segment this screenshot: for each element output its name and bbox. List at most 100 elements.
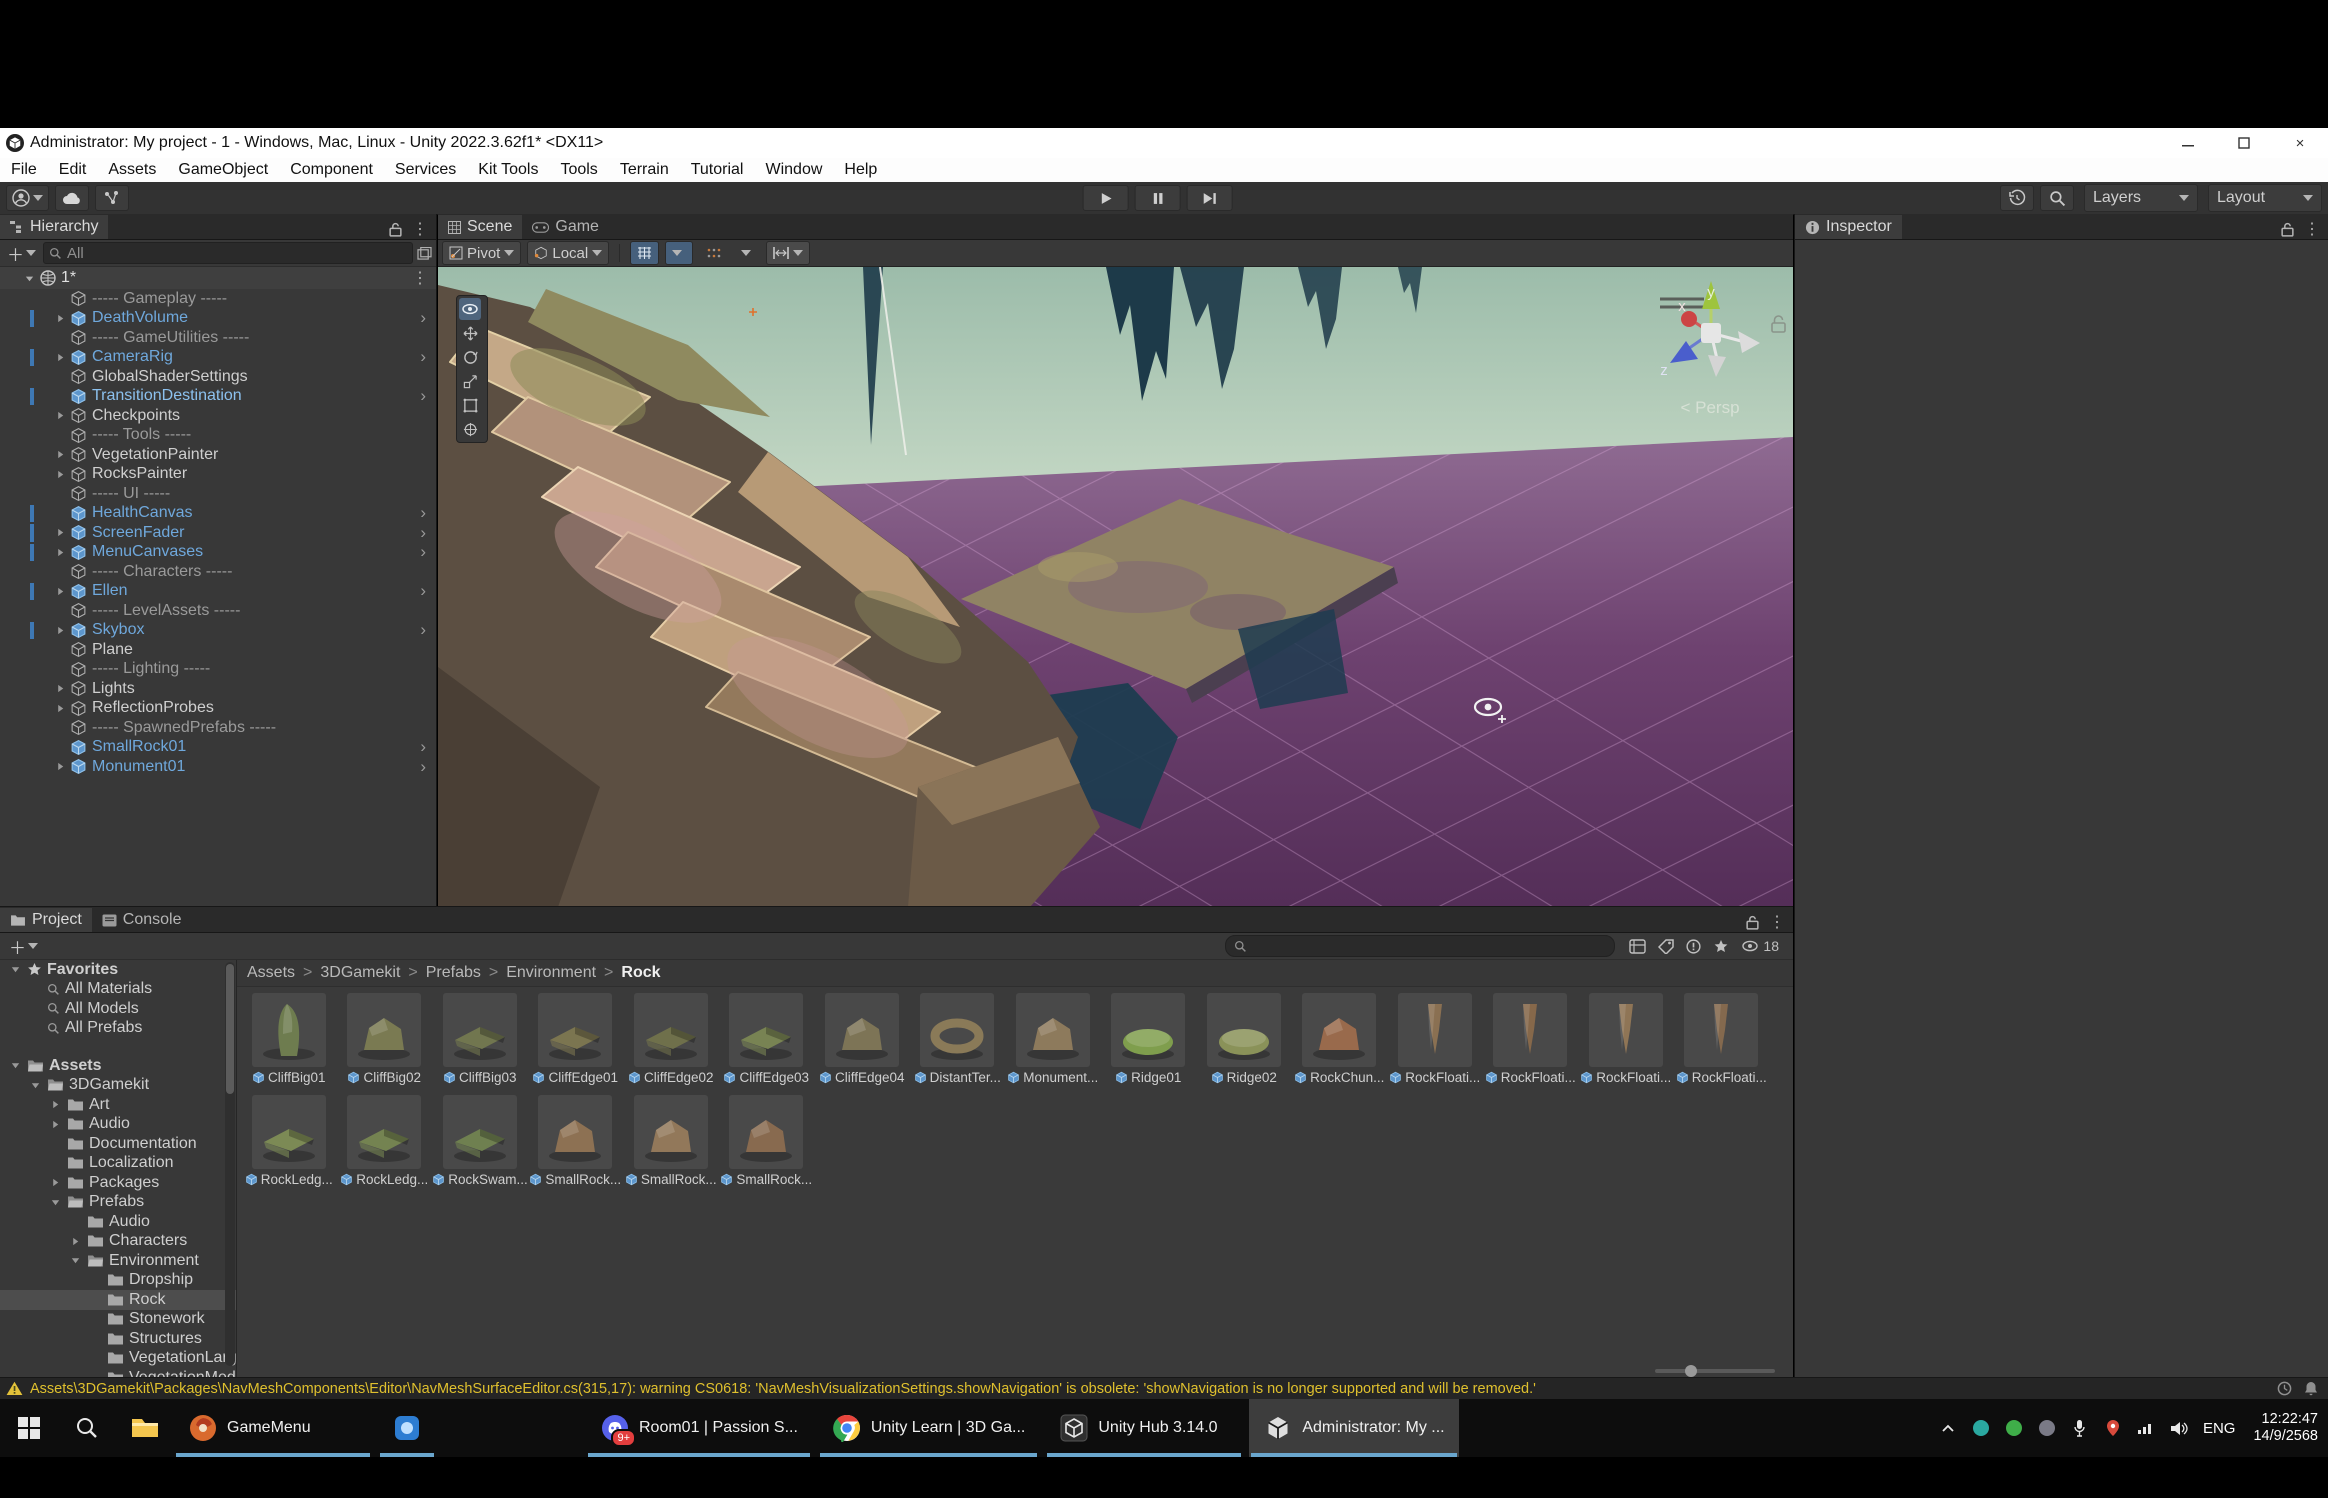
- gamemenu-taskbar-button[interactable]: GameMenu: [174, 1399, 372, 1457]
- asset-thumbnail[interactable]: [1111, 993, 1185, 1067]
- mic-icon[interactable]: [2070, 1418, 2090, 1438]
- discord-taskbar-button[interactable]: 9+Room01 | Passion S...: [586, 1399, 812, 1457]
- volume-icon[interactable]: [2169, 1418, 2189, 1438]
- menu-gameobject[interactable]: GameObject: [167, 158, 279, 182]
- hierarchy-item[interactable]: Ellen›: [0, 582, 436, 602]
- folder-tree-item[interactable]: VegetationLarge: [0, 1349, 236, 1369]
- hierarchy-item[interactable]: GlobalShaderSettings: [0, 367, 436, 387]
- asset-item[interactable]: RockSwam...: [432, 1095, 528, 1187]
- asset-item[interactable]: SmallRock...: [623, 1095, 719, 1187]
- hierarchy-item[interactable]: Plane: [0, 640, 436, 660]
- folder-tree-item[interactable]: All Prefabs: [0, 1019, 236, 1039]
- folder-tree-item[interactable]: Assets: [0, 1056, 236, 1076]
- expander-icon[interactable]: [8, 1060, 22, 1071]
- language-indicator[interactable]: ENG: [2203, 1420, 2236, 1437]
- tab-inspector[interactable]: Inspector: [1795, 215, 1902, 239]
- asset-thumbnail[interactable]: [1302, 993, 1376, 1067]
- hierarchy-item[interactable]: ----- SpawnedPrefabs -----: [0, 718, 436, 738]
- scene-viewport[interactable]: y x z < Persp 2D: [438, 267, 1793, 907]
- hierarchy-item[interactable]: ----- Characters -----: [0, 562, 436, 582]
- asset-thumbnail[interactable]: [634, 1095, 708, 1169]
- asset-item[interactable]: DistantTer...: [910, 993, 1006, 1085]
- folder-tree-item[interactable]: Packages: [0, 1173, 236, 1193]
- create-button[interactable]: ＋: [4, 241, 39, 266]
- menu-kit-tools[interactable]: Kit Tools: [467, 158, 549, 182]
- expander-icon[interactable]: [52, 410, 68, 421]
- lock-icon[interactable]: [2281, 222, 2294, 237]
- kebab-menu-icon[interactable]: ⋮: [1769, 912, 1785, 932]
- menu-window[interactable]: Window: [754, 158, 833, 182]
- layout-dropdown[interactable]: Layout: [2208, 184, 2322, 212]
- gizmo-mode-label[interactable]: < Persp: [1680, 398, 1739, 417]
- asset-thumbnail[interactable]: [1398, 993, 1472, 1067]
- hierarchy-item[interactable]: SmallRock01›: [0, 738, 436, 758]
- folder-tree-item[interactable]: Rock: [0, 1290, 236, 1310]
- grid-snapping-dropdown[interactable]: [665, 241, 693, 265]
- hierarchy-search-input[interactable]: All: [43, 242, 413, 264]
- blue-app-taskbar-button[interactable]: [378, 1399, 436, 1457]
- asset-item[interactable]: RockFloati...: [1674, 993, 1770, 1085]
- asset-thumbnail[interactable]: [538, 993, 612, 1067]
- menu-help[interactable]: Help: [833, 158, 888, 182]
- hierarchy-item[interactable]: ScreenFader›: [0, 523, 436, 543]
- transform-tool[interactable]: [459, 418, 481, 440]
- increment-snap-toggle[interactable]: [699, 241, 728, 265]
- project-search-input[interactable]: [1225, 935, 1615, 957]
- asset-item[interactable]: CliffEdge03: [719, 993, 815, 1085]
- asset-thumbnail[interactable]: [920, 993, 994, 1067]
- asset-item[interactable]: RockFloati...: [1483, 993, 1579, 1085]
- layers-dropdown[interactable]: Layers: [2084, 184, 2198, 212]
- menu-tools[interactable]: Tools: [549, 158, 608, 182]
- expander-icon[interactable]: [52, 527, 68, 538]
- expander-icon[interactable]: [52, 625, 68, 636]
- folder-tree-item[interactable]: Structures: [0, 1329, 236, 1349]
- asset-thumbnail[interactable]: [729, 993, 803, 1067]
- asset-item[interactable]: Ridge02: [1196, 993, 1292, 1085]
- hierarchy-item[interactable]: ----- Lighting -----: [0, 660, 436, 680]
- menu-file[interactable]: File: [0, 158, 48, 182]
- pop-out-icon[interactable]: [417, 247, 432, 260]
- scale-tool[interactable]: [459, 370, 481, 392]
- expander-icon[interactable]: [52, 469, 68, 480]
- hierarchy-item[interactable]: VegetationPainter: [0, 445, 436, 465]
- hierarchy-item[interactable]: TransitionDestination›: [0, 387, 436, 407]
- view-tool[interactable]: [459, 298, 481, 320]
- pause-button[interactable]: [1135, 185, 1181, 211]
- breadcrumb-segment[interactable]: 3DGamekit: [320, 964, 400, 982]
- folder-tree-item[interactable]: Characters: [0, 1232, 236, 1252]
- account-button[interactable]: [6, 185, 49, 211]
- undo-history-button[interactable]: [2000, 185, 2034, 211]
- asset-item[interactable]: CliffEdge02: [623, 993, 719, 1085]
- asset-thumbnail[interactable]: [1016, 993, 1090, 1067]
- asset-thumbnail[interactable]: [825, 993, 899, 1067]
- hierarchy-item[interactable]: ----- Tools -----: [0, 426, 436, 446]
- menu-tutorial[interactable]: Tutorial: [680, 158, 755, 182]
- prefab-open-arrow-icon[interactable]: ›: [420, 347, 426, 367]
- scene-root-row[interactable]: 1* ⋮: [0, 267, 436, 289]
- hierarchy-item[interactable]: HealthCanvas›: [0, 504, 436, 524]
- kebab-menu-icon[interactable]: ⋮: [412, 219, 428, 239]
- folder-tree-item[interactable]: Dropship: [0, 1271, 236, 1291]
- move-tool[interactable]: [459, 322, 481, 344]
- menu-services[interactable]: Services: [384, 158, 467, 182]
- search-taskbar-button[interactable]: [58, 1399, 116, 1457]
- hierarchy-item[interactable]: ----- LevelAssets -----: [0, 601, 436, 621]
- asset-thumbnail[interactable]: [1207, 993, 1281, 1067]
- expander-icon[interactable]: [48, 1177, 62, 1188]
- play-button[interactable]: [1083, 185, 1129, 211]
- teal-app-icon[interactable]: [1971, 1418, 1991, 1438]
- grid-snapping-toggle[interactable]: [630, 241, 659, 265]
- asset-item[interactable]: CliffEdge01: [528, 993, 624, 1085]
- expander-icon[interactable]: [52, 313, 68, 324]
- file-explorer-taskbar-button[interactable]: [116, 1399, 174, 1457]
- asset-thumbnail[interactable]: [634, 993, 708, 1067]
- expander-icon[interactable]: [48, 1119, 62, 1130]
- menu-assets[interactable]: Assets: [97, 158, 167, 182]
- hierarchy-item[interactable]: DeathVolume›: [0, 309, 436, 329]
- folder-tree-item[interactable]: Prefabs: [0, 1193, 236, 1213]
- expander-icon[interactable]: [48, 1099, 62, 1110]
- expander-icon[interactable]: [48, 1197, 62, 1208]
- asset-thumbnail[interactable]: [443, 993, 517, 1067]
- hierarchy-item[interactable]: Monument01›: [0, 757, 436, 777]
- tool-settings-toggle[interactable]: [766, 241, 810, 265]
